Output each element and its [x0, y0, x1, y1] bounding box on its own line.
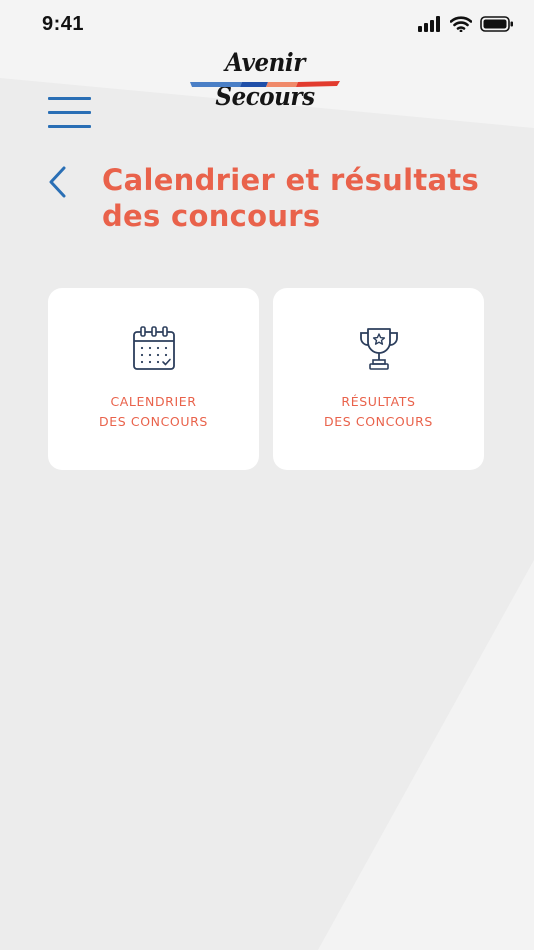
calendar-card[interactable]: CALENDRIER DES CONCOURS — [48, 288, 259, 470]
calendar-card-label-line-1: CALENDRIER — [110, 394, 197, 409]
results-card-label-line-1: RÉSULTATS — [341, 394, 416, 409]
wifi-icon — [450, 16, 472, 32]
status-icons — [418, 16, 514, 32]
page-title-line-1: Calendrier et résultats — [102, 163, 480, 197]
hamburger-menu-icon[interactable] — [46, 94, 94, 130]
chevron-left-icon — [49, 166, 66, 198]
results-card[interactable]: RÉSULTATS DES CONCOURS — [273, 288, 484, 470]
back-button[interactable] — [42, 162, 74, 202]
results-card-label: RÉSULTATS DES CONCOURS — [324, 392, 433, 432]
results-card-label-line-2: DES CONCOURS — [324, 414, 433, 429]
app-logo: Avenir Secours — [188, 46, 342, 111]
trophy-icon — [359, 328, 398, 370]
status-bar: 9:41 — [0, 0, 534, 48]
page-title: Calendrier et résultats des concours — [102, 162, 522, 234]
signal-icon — [418, 16, 440, 32]
page-title-line-2: des concours — [102, 199, 321, 233]
battery-icon — [480, 16, 513, 32]
calendar-icon — [132, 326, 175, 370]
logo-underline — [190, 81, 340, 87]
background-shape — [0, 0, 534, 950]
status-time: 9:41 — [42, 12, 85, 35]
calendar-card-label-line-2: DES CONCOURS — [99, 414, 208, 429]
calendar-card-label: CALENDRIER DES CONCOURS — [99, 392, 208, 432]
